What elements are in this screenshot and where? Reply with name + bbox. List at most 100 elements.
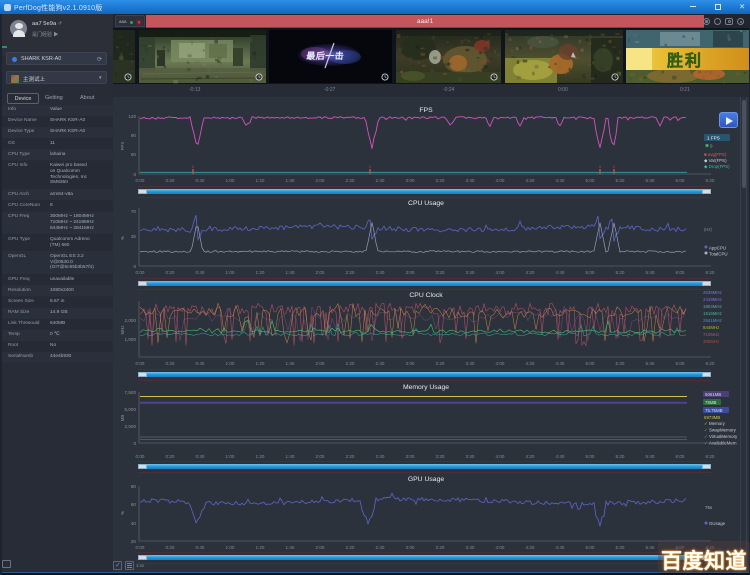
svg-text:4:20: 4:20	[526, 454, 535, 459]
svg-text:2:00: 2:00	[316, 361, 325, 366]
svg-text:1804MHz: 1804MHz	[703, 304, 722, 309]
svg-text:0:40: 0:40	[196, 361, 205, 366]
svg-text:5:40: 5:40	[646, 270, 655, 275]
svg-text:1:40: 1:40	[286, 178, 295, 183]
svg-text:60: 60	[131, 152, 137, 157]
svg-text:844MHz: 844MHz	[703, 325, 719, 330]
svg-text:VirtualMemory: VirtualMemory	[709, 434, 738, 439]
svg-text:2:00: 2:00	[316, 178, 325, 183]
svg-text:5:00: 5:00	[586, 178, 595, 183]
svg-text:FPS: FPS	[120, 142, 125, 151]
svg-text:0: 0	[133, 441, 136, 446]
svg-text:1:00: 1:00	[226, 545, 235, 550]
svg-text:SwapMemory: SwapMemory	[709, 428, 737, 433]
svg-text:◆ Var(FPS): ◆ Var(FPS)	[704, 158, 727, 163]
svg-text:2,500: 2,500	[125, 424, 137, 429]
svg-text:75s: 75s	[705, 505, 713, 510]
svg-text:0:20: 0:20	[166, 545, 175, 550]
svg-text:3:20: 3:20	[436, 270, 445, 275]
svg-text:5:40: 5:40	[646, 454, 655, 459]
svg-text:5:20: 5:20	[616, 361, 625, 366]
svg-text:0: 0	[710, 144, 713, 149]
svg-text:5:00: 5:00	[586, 454, 595, 459]
svg-text:1:40: 1:40	[286, 454, 295, 459]
svg-text:2:40: 2:40	[376, 270, 385, 275]
svg-text:CPU Usage: CPU Usage	[408, 200, 444, 207]
svg-text:1: 1	[599, 164, 602, 169]
svg-text:6:20: 6:20	[706, 178, 715, 183]
svg-text:MB: MB	[120, 415, 125, 422]
svg-text:(Hz): (Hz)	[704, 227, 713, 232]
svg-text:5:00: 5:00	[586, 270, 595, 275]
svg-text:MHz: MHz	[120, 325, 125, 334]
svg-text:4:20: 4:20	[526, 545, 535, 550]
svg-text:2:40: 2:40	[376, 545, 385, 550]
svg-text:3:40: 3:40	[466, 361, 475, 366]
svg-text:%: %	[120, 511, 125, 515]
svg-text:0:20: 0:20	[166, 270, 175, 275]
svg-text:0:00: 0:00	[136, 454, 145, 459]
svg-text:5:40: 5:40	[646, 545, 655, 550]
svg-text:20: 20	[131, 539, 137, 544]
svg-text:4:40: 4:40	[556, 178, 565, 183]
svg-text:0:00: 0:00	[136, 178, 145, 183]
svg-text:6:20: 6:20	[706, 454, 715, 459]
svg-text:✓: ✓	[704, 421, 708, 426]
svg-text:6:20: 6:20	[706, 361, 715, 366]
svg-text:1: 1	[369, 164, 372, 169]
svg-text:3:00: 3:00	[406, 454, 415, 459]
svg-text:4:40: 4:40	[556, 361, 565, 366]
svg-text:0: 0	[133, 264, 136, 269]
svg-text:75MB: 75MB	[705, 400, 717, 405]
svg-text:CPU Clock: CPU Clock	[409, 292, 443, 299]
svg-text:35: 35	[131, 234, 137, 239]
svg-text:1:20: 1:20	[256, 545, 265, 550]
svg-text:5,000: 5,000	[125, 407, 137, 412]
svg-text:0:40: 0:40	[196, 178, 205, 183]
svg-text:✓: ✓	[704, 441, 708, 446]
svg-text:3:20: 3:20	[436, 454, 445, 459]
svg-text:2841MHz: 2841MHz	[703, 318, 722, 323]
svg-text:6:20: 6:20	[706, 270, 715, 275]
svg-text:0:20: 0:20	[166, 361, 175, 366]
svg-text:2:20: 2:20	[346, 178, 355, 183]
svg-text:4:20: 4:20	[526, 178, 535, 183]
svg-text:3:40: 3:40	[466, 270, 475, 275]
svg-text:2:40: 2:40	[376, 454, 385, 459]
svg-text:1:20: 1:20	[256, 361, 265, 366]
svg-text:4:00: 4:00	[496, 178, 505, 183]
svg-text:6:00: 6:00	[676, 178, 685, 183]
svg-text:3:00: 3:00	[406, 361, 415, 366]
svg-text:7,500: 7,500	[125, 390, 137, 395]
svg-text:4:00: 4:00	[496, 454, 505, 459]
svg-text:1 FPS: 1 FPS	[707, 136, 720, 141]
svg-text:4:00: 4:00	[496, 361, 505, 366]
svg-text:6:00: 6:00	[676, 361, 685, 366]
svg-text:3:00: 3:00	[406, 270, 415, 275]
svg-text:60: 60	[131, 502, 137, 507]
svg-text:0:00: 0:00	[136, 270, 145, 275]
svg-text:0:00: 0:00	[136, 545, 145, 550]
svg-text:2:00: 2:00	[316, 545, 325, 550]
svg-text:4:00: 4:00	[496, 545, 505, 550]
svg-text:2:20: 2:20	[346, 454, 355, 459]
svg-text:0:40: 0:40	[196, 454, 205, 459]
svg-text:◆ Drop(FPS): ◆ Drop(FPS)	[704, 164, 730, 169]
svg-text:GUsage: GUsage	[709, 521, 726, 526]
svg-text:75.75MB: 75.75MB	[705, 408, 723, 413]
svg-text:2,000: 2,000	[125, 318, 137, 323]
svg-text:1:00: 1:00	[226, 454, 235, 459]
svg-text:%: %	[120, 236, 125, 240]
svg-text:5:40: 5:40	[646, 178, 655, 183]
svg-text:1:20: 1:20	[256, 270, 265, 275]
svg-text:1:00: 1:00	[226, 270, 235, 275]
svg-text:5:40: 5:40	[646, 361, 655, 366]
svg-text:GPU Usage: GPU Usage	[408, 476, 444, 483]
svg-text:1:20: 1:20	[256, 178, 265, 183]
svg-text:0:20: 0:20	[166, 178, 175, 183]
svg-text:✓: ✓	[704, 428, 708, 433]
svg-text:6:00: 6:00	[676, 270, 685, 275]
svg-text:4:40: 4:40	[556, 270, 565, 275]
svg-text:1,000: 1,000	[125, 337, 137, 342]
svg-text:2419MHz: 2419MHz	[703, 297, 722, 302]
